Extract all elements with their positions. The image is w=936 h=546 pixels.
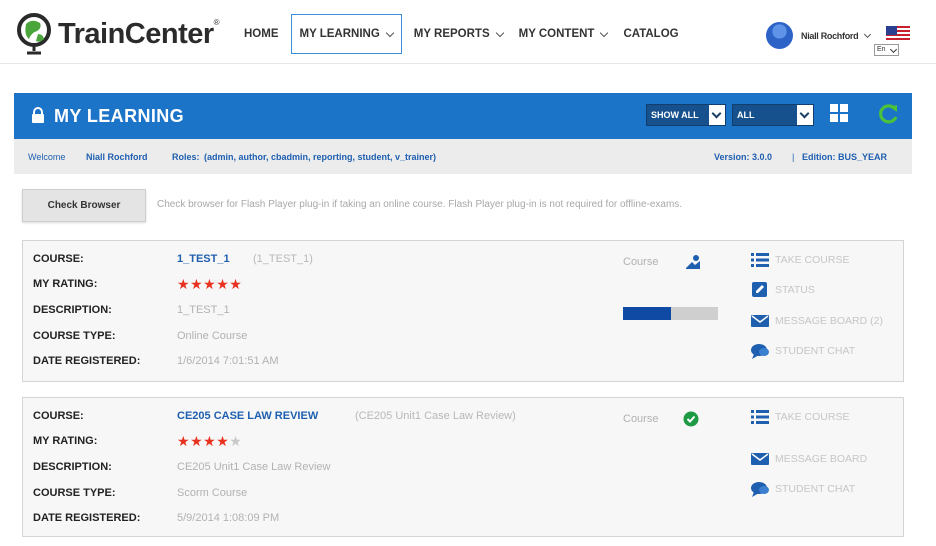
star-filled-icon[interactable]: ★	[177, 433, 190, 449]
date-registered: 1/6/2014 7:01:51 AM	[177, 355, 279, 367]
main-nav: HOME MY LEARNING MY REPORTS MY CONTENT C…	[236, 14, 687, 54]
nav-my-learning[interactable]: MY LEARNING	[290, 14, 402, 54]
star-rating[interactable]: ★★★★★	[177, 433, 242, 450]
star-filled-icon[interactable]: ★	[177, 276, 190, 292]
chevron-down-icon	[495, 28, 504, 37]
nav-catalog[interactable]: CATALOG	[615, 14, 686, 54]
progress-fill	[623, 307, 671, 320]
chevron-down-icon	[600, 28, 609, 37]
student-chat-action[interactable]: STUDENT CHAT	[751, 480, 855, 498]
course-status-label: Course	[623, 413, 659, 425]
star-filled-icon[interactable]: ★	[203, 433, 216, 449]
course-status-label: Course	[623, 256, 659, 268]
chat-bubble-icon	[751, 344, 769, 359]
show-filter-select[interactable]: SHOW ALL	[646, 104, 726, 126]
section-header: MY LEARNING SHOW ALL ALL	[14, 93, 912, 139]
page-title: MY LEARNING	[54, 106, 185, 126]
us-flag-icon[interactable]	[886, 26, 910, 42]
star-filled-icon[interactable]: ★	[216, 433, 229, 449]
star-empty-icon[interactable]: ★	[229, 433, 242, 449]
avatar	[766, 22, 793, 49]
top-navigation-bar: TrainCenter® HOME MY LEARNING MY REPORTS…	[0, 0, 936, 64]
chevron-down-icon	[864, 30, 872, 38]
brand-name: TrainCenter®	[58, 18, 220, 50]
check-browser-message: Check browser for Flash Player plug-in i…	[157, 199, 683, 210]
language-select[interactable]: En	[874, 44, 899, 56]
completed-check-icon	[683, 411, 699, 427]
envelope-icon	[751, 315, 769, 327]
grid-icon[interactable]	[829, 103, 849, 123]
roles-list: (admin, author, cbadmin, reporting, stud…	[204, 152, 437, 162]
lock-icon	[32, 107, 44, 123]
edition-text: Edition: BUS_YEAR	[802, 152, 888, 162]
star-filled-icon[interactable]: ★	[203, 276, 216, 292]
take-course-action[interactable]: TAKE COURSE	[751, 251, 849, 269]
message-board-action[interactable]: MESSAGE BOARD (2)	[751, 312, 883, 330]
edit-icon	[752, 282, 767, 297]
star-filled-icon[interactable]: ★	[216, 276, 229, 292]
course-code: (CE205 Unit1 Case Law Review)	[355, 410, 516, 422]
date-registered: 5/9/2014 1:08:09 PM	[177, 512, 280, 524]
check-browser-button[interactable]: Check Browser	[22, 189, 146, 222]
chat-bubble-icon	[751, 482, 769, 497]
list-icon	[751, 253, 769, 267]
star-filled-icon[interactable]: ★	[229, 276, 242, 292]
course-card: COURSE: CE205 CASE LAW REVIEW (CE205 Uni…	[22, 397, 904, 537]
nav-my-content[interactable]: MY CONTENT	[511, 14, 616, 54]
course-name-link[interactable]: CE205 CASE LAW REVIEW	[177, 410, 318, 422]
roles-label: Roles:	[172, 152, 200, 162]
star-rating[interactable]: ★★★★★	[177, 276, 242, 293]
version-text: Version: 3.0.0	[714, 152, 773, 162]
chevron-down-icon	[709, 105, 725, 125]
traincenter-logo[interactable]: TrainCenter®	[12, 8, 237, 60]
separator: |	[792, 152, 795, 162]
course-code: (1_TEST_1)	[253, 253, 313, 265]
course-description: CE205 Unit1 Case Law Review	[177, 461, 331, 473]
in-progress-icon	[686, 255, 700, 269]
refresh-icon[interactable]	[876, 101, 900, 127]
chevron-down-icon	[385, 28, 395, 37]
user-menu[interactable]: Niall Rochford	[766, 22, 872, 49]
envelope-icon	[751, 453, 769, 465]
welcome-label: Welcome	[28, 152, 66, 162]
course-progress-bar	[623, 307, 718, 320]
course-description: 1_TEST_1	[177, 304, 230, 316]
nav-my-reports[interactable]: MY REPORTS	[406, 14, 511, 54]
course-card: COURSE: 1_TEST_1 (1_TEST_1) MY RATING: ★…	[22, 240, 904, 382]
welcome-bar: Welcome Niall Rochford Roles: (admin, au…	[14, 139, 912, 174]
status-filter-select[interactable]: ALL	[732, 104, 814, 126]
user-name: Niall Rochford	[801, 30, 859, 41]
star-filled-icon[interactable]: ★	[190, 433, 203, 449]
course-name-link[interactable]: 1_TEST_1	[177, 253, 230, 265]
list-icon	[751, 410, 769, 424]
globe-logo-icon	[17, 13, 51, 55]
star-filled-icon[interactable]: ★	[190, 276, 203, 292]
course-type: Scorm Course	[177, 487, 248, 499]
nav-home[interactable]: HOME	[236, 14, 287, 54]
message-board-action[interactable]: MESSAGE BOARD	[751, 450, 867, 468]
welcome-user: Niall Rochford	[86, 152, 148, 162]
chevron-down-icon	[797, 105, 813, 125]
status-action[interactable]: STATUS	[751, 281, 815, 299]
take-course-action[interactable]: TAKE COURSE	[751, 408, 849, 426]
course-type: Online Course	[177, 330, 248, 342]
student-chat-action[interactable]: STUDENT CHAT	[751, 342, 855, 360]
